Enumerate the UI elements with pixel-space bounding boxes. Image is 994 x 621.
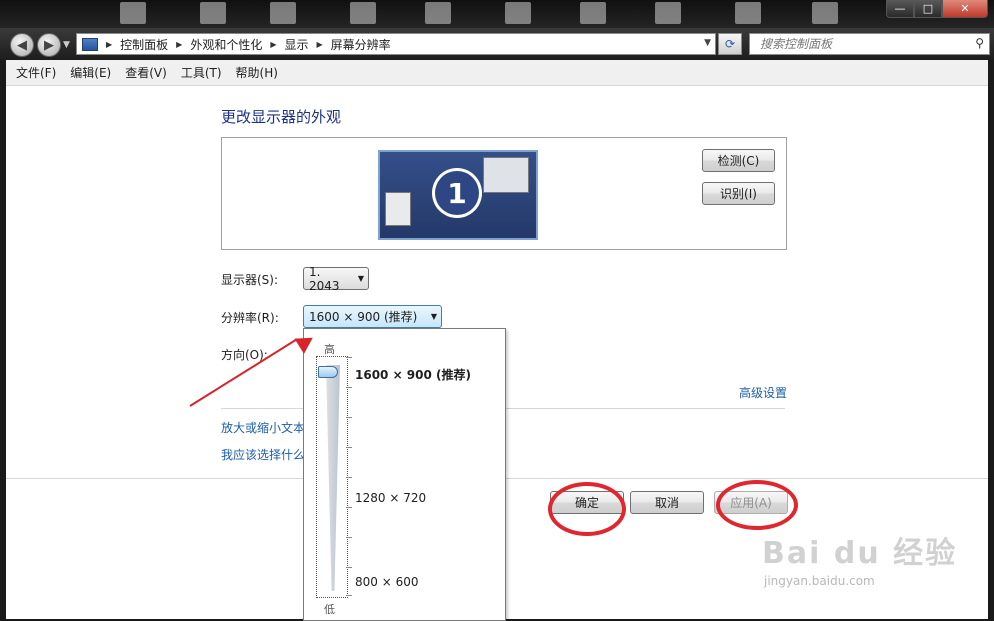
resolution-dropdown: 高 1600 × 900 (推荐) 1280 × 720 800 × 600 低 [303,328,506,621]
text-size-link[interactable]: 放大或缩小文本 [221,419,305,436]
slider-tick [346,447,352,448]
slider-tick [346,595,352,596]
resolution-slider-track[interactable] [316,356,352,598]
recent-pages-dropdown-icon[interactable]: ▼ [63,40,70,50]
control-panel-icon [82,37,98,51]
monitor-icon[interactable]: 1 [378,150,538,240]
breadcrumb-display[interactable]: 显示 ▶ [285,36,331,53]
chevron-down-icon: ▼ [430,312,438,321]
breadcrumb-separator-icon: ▶ [176,39,183,49]
close-button[interactable]: ✕ [942,0,988,18]
cancel-button[interactable]: 取消 [630,491,704,514]
slider-tick [346,477,352,478]
window-controls: — □ ✕ [886,0,988,18]
detect-button[interactable]: 检测(C) [702,149,775,172]
window-thumbnail-icon [483,157,529,193]
page-title: 更改显示器的外观 [221,108,342,126]
minimize-button[interactable]: — [886,0,914,18]
menu-tools[interactable]: 工具(T) [174,64,229,81]
identify-button[interactable]: 识别(I) [702,182,775,205]
menu-file[interactable]: 文件(F) [6,64,63,81]
desktop-icon [580,2,606,24]
breadcrumb-separator-icon: ▶ [270,39,277,49]
display-value: 1. 2043 [309,264,340,293]
window-thumbnail-icon [385,192,411,226]
menu-edit[interactable]: 编辑(E) [63,64,118,81]
monitor-number-badge: 1 [432,168,482,218]
annotation-ring-apply [716,480,798,530]
chevron-down-icon: ▼ [357,274,365,283]
menu-bar: 文件(F) 编辑(E) 查看(V) 工具(T) 帮助(H) [6,60,988,86]
advanced-settings-link[interactable]: 高级设置 [739,384,787,401]
desktop-icon [655,2,681,24]
navigation-bar: ◀ ▶ ▼ ▶ 控制面板 ▶ 外观和个性化 ▶ 显示 ▶ 屏幕分辨率 ▼ ⟳ ⚲ [0,28,994,60]
display-select[interactable]: 1. 2043 ▼ [303,264,369,293]
breadcrumb-label: 外观和个性化 [190,37,263,52]
back-arrow-icon[interactable]: ◀ [10,33,34,57]
address-dropdown-icon[interactable]: ▼ [704,38,711,48]
slider-high-label: 高 [324,343,335,356]
forward-arrow-icon[interactable]: ▶ [37,33,61,57]
breadcrumb-label: 控制面板 [120,37,169,52]
maximize-button[interactable]: □ [914,0,942,18]
refresh-icon[interactable]: ⟳ [718,33,742,55]
resolution-option[interactable]: 1280 × 720 [355,491,426,505]
slider-low-label: 低 [324,603,335,616]
breadcrumb-separator-icon: ▶ [316,39,323,49]
slider-tick [346,417,352,418]
slider-wedge [326,365,340,591]
desktop-icon [200,2,226,24]
window-titlebar: — □ ✕ [0,0,994,30]
desktop-icon [350,2,376,24]
breadcrumb-screen-resolution[interactable]: 屏幕分辨率 [331,36,391,53]
desktop-icon [735,2,761,24]
resolution-slider-thumb[interactable] [318,366,338,378]
slider-tick [346,507,352,508]
which-settings-link[interactable]: 我应该选择什么 [221,446,305,463]
desktop-icon [270,2,296,24]
slider-tick [346,537,352,538]
search-icon[interactable]: ⚲ [975,36,984,50]
breadcrumb-separator-icon: ▶ [106,39,113,49]
breadcrumb-control-panel[interactable]: 控制面板 ▶ [120,36,190,53]
resolution-value: 1600 × 900 (推荐) [309,310,418,324]
desktop-icon [812,2,838,24]
annotation-ring-ok [548,482,626,536]
resolution-option[interactable]: 1600 × 900 (推荐) [355,366,471,383]
resolution-label: 分辨率(R): [221,311,279,325]
search-box[interactable]: ⚲ [749,33,990,55]
breadcrumb-label: 显示 [284,37,309,52]
desktop-icon [425,2,451,24]
breadcrumb-label: 屏幕分辨率 [330,37,391,52]
monitor-number: 1 [435,171,479,215]
slider-tick [346,387,352,388]
search-input[interactable] [758,36,962,52]
monitor-preview-panel: 1 检测(C) 识别(I) [221,137,787,250]
menu-help[interactable]: 帮助(H) [229,64,285,81]
resolution-select[interactable]: 1600 × 900 (推荐) ▼ [303,305,442,328]
slider-tick [346,567,352,568]
screen-resolution-window: 文件(F) 编辑(E) 查看(V) 工具(T) 帮助(H) 更改显示器的外观 1… [6,60,988,621]
menu-view[interactable]: 查看(V) [118,64,174,81]
slider-tick [346,357,352,358]
display-label: 显示器(S): [221,273,279,287]
resolution-option[interactable]: 800 × 600 [355,575,419,589]
desktop-icon [505,2,531,24]
address-bar[interactable]: ▶ 控制面板 ▶ 外观和个性化 ▶ 显示 ▶ 屏幕分辨率 ▼ [76,33,716,55]
desktop-icon [120,2,146,24]
breadcrumb-appearance[interactable]: 外观和个性化 ▶ [190,36,284,53]
